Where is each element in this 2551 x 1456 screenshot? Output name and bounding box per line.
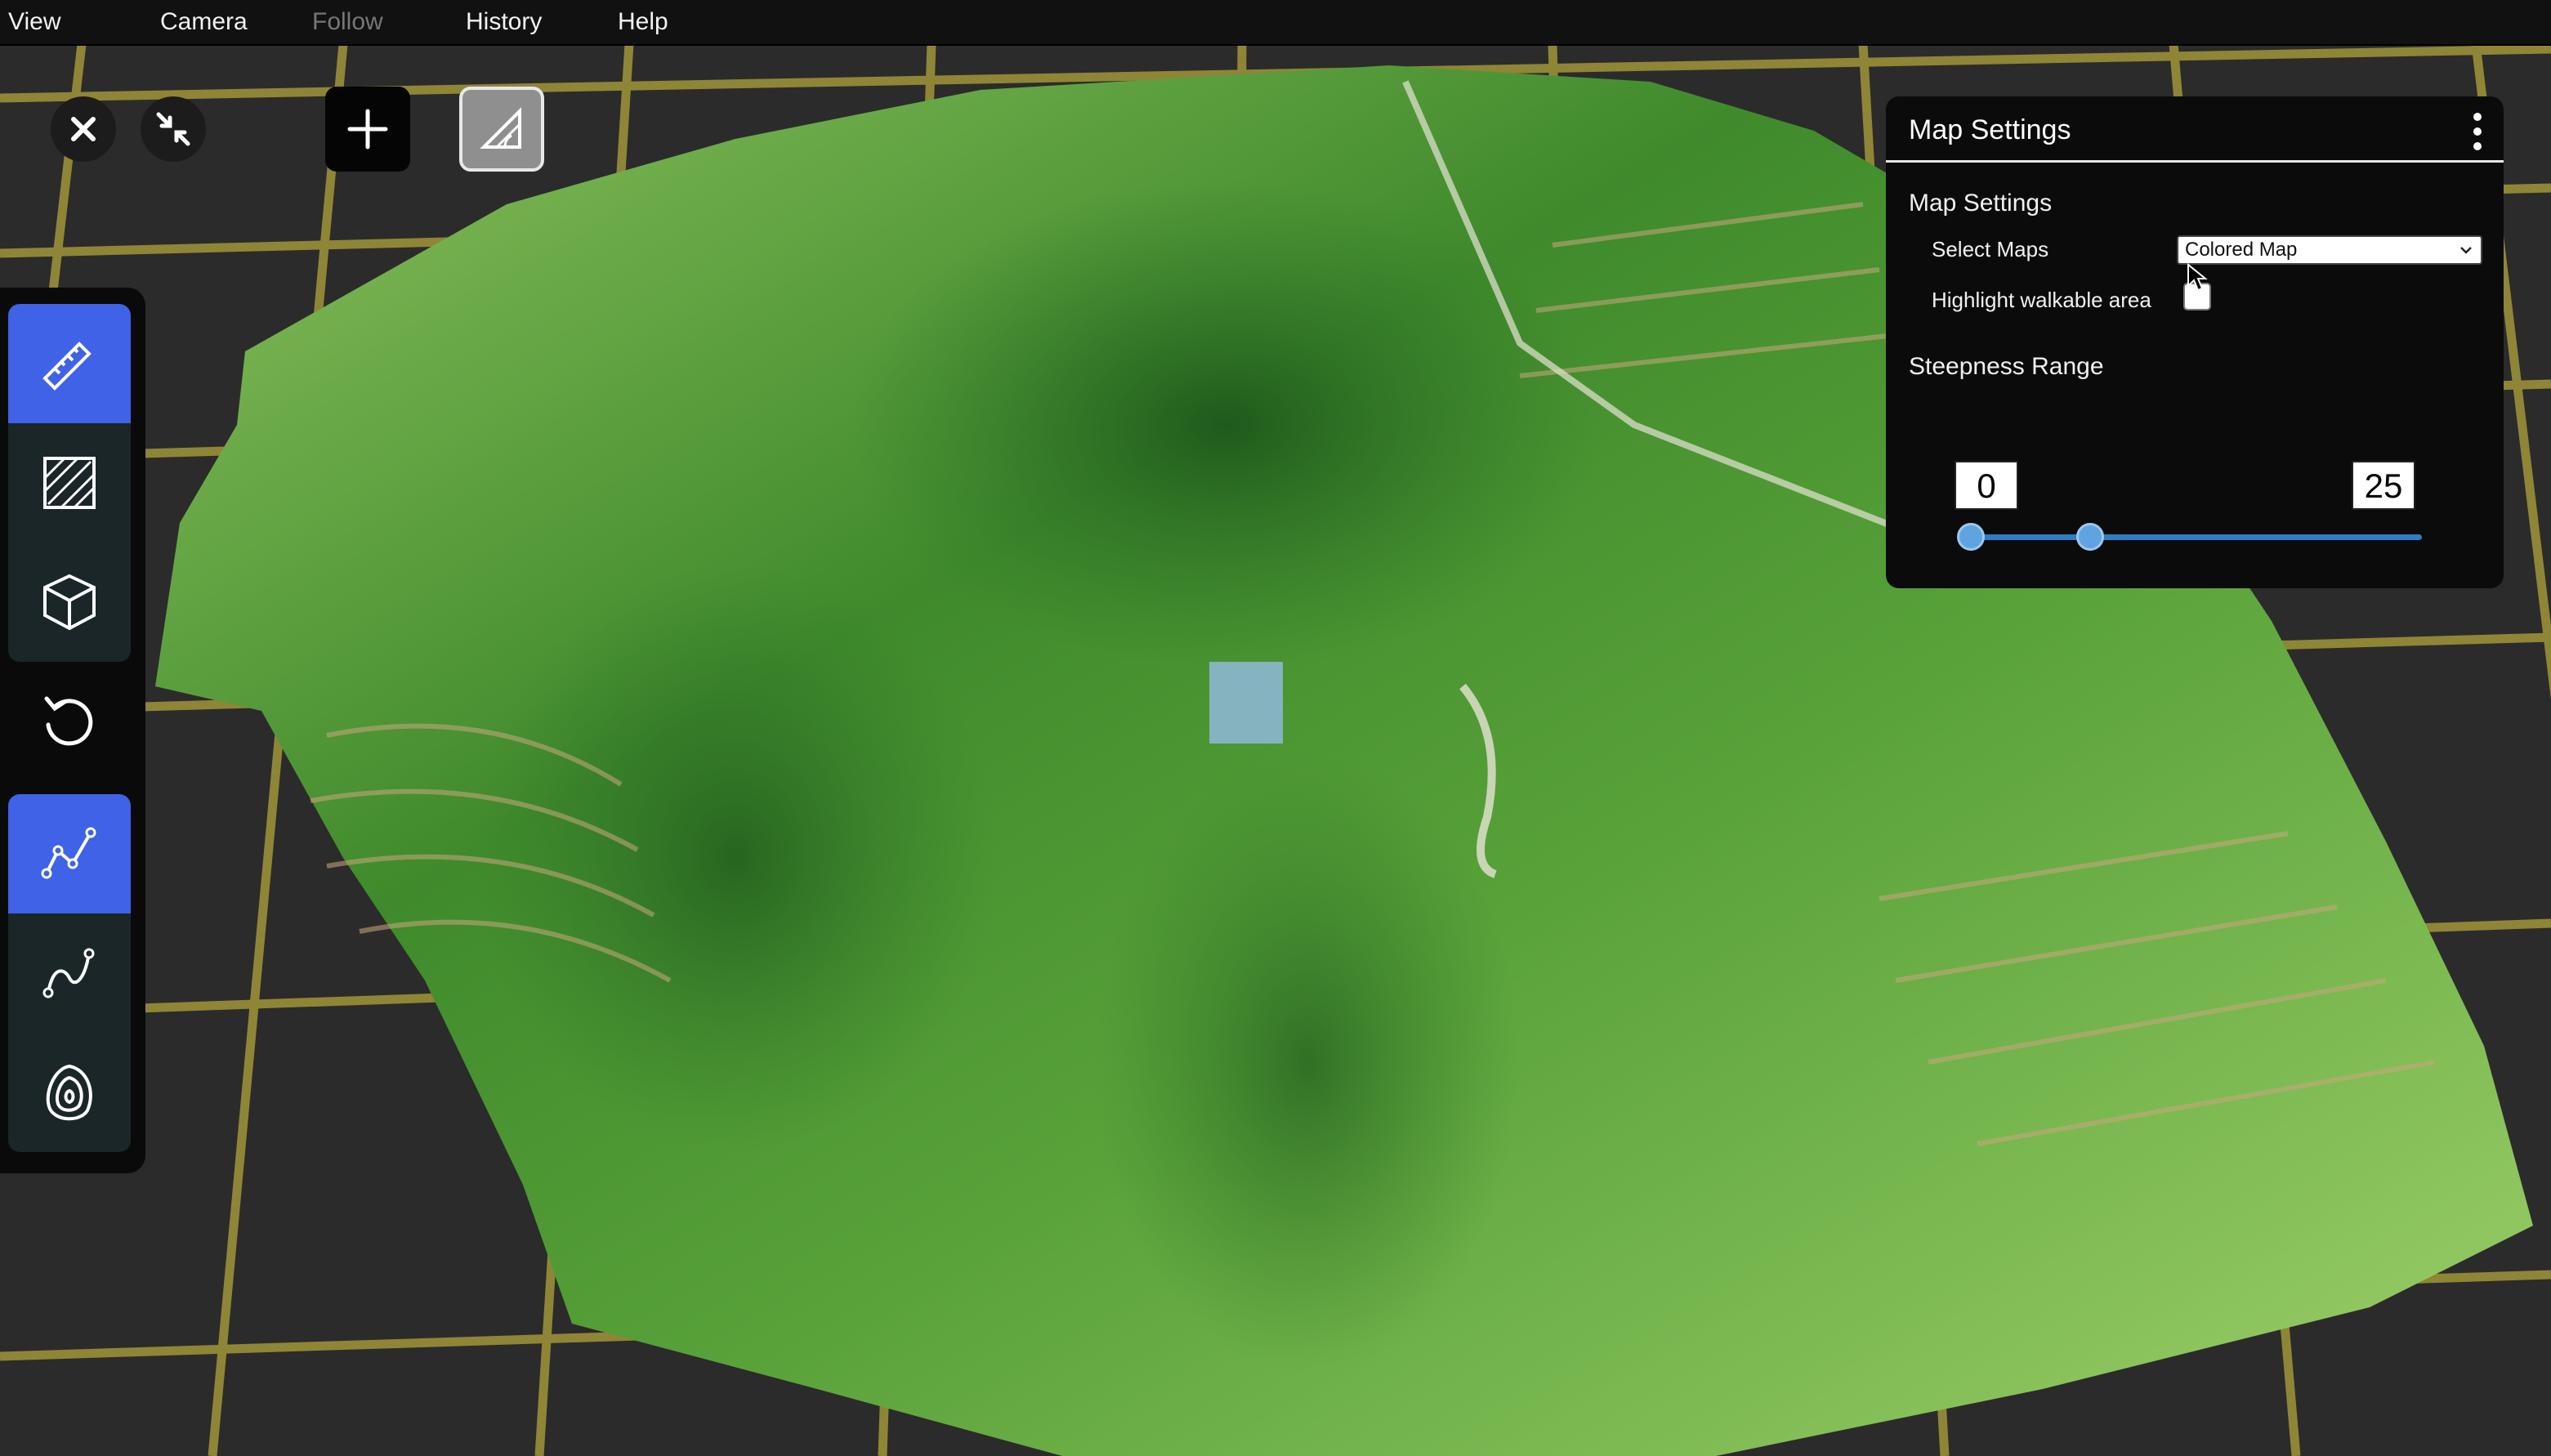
map-settings-heading: Map Settings [1909,190,2053,217]
menu-view[interactable]: View [8,0,60,44]
plus-icon [347,109,388,150]
curve-path-icon [42,948,95,998]
chevron-down-icon [2460,247,2472,254]
tool-measure-area[interactable] [8,423,131,543]
tool-measure-distance[interactable] [8,304,131,423]
steepness-min-thumb[interactable] [1957,523,1985,551]
menu-bar: View Camera Follow History Help [0,0,2551,46]
cube-icon [43,574,96,631]
select-maps-dropdown[interactable]: Colored Map [2177,235,2482,265]
steepness-slider-track[interactable] [1969,534,2422,540]
hatched-area-icon [43,457,96,509]
minimize-icon [156,112,190,146]
select-maps-value: Colored Map [2185,239,2298,261]
mouse-pointer-icon [2187,263,2208,292]
map-settings-panel: Map Settings Map Settings Select Maps Co… [1886,96,2504,588]
add-button[interactable] [325,87,410,172]
tool-curve-path[interactable] [8,913,131,1033]
measure-slope-button[interactable] [459,87,544,172]
more-options-icon[interactable] [2463,106,2492,157]
steepness-max-input[interactable]: 25 [2352,461,2415,510]
close-icon [71,117,96,141]
set-square-measure-icon [480,107,521,149]
polyline-path-icon [41,827,96,879]
tool-reset[interactable] [8,662,131,781]
undo-rotate-icon [44,696,93,746]
steepness-max-thumb[interactable] [2076,523,2104,551]
tool-measure-volume[interactable] [8,543,131,662]
steepness-min-input[interactable]: 0 [1955,461,2018,510]
steepness-range-heading: Steepness Range [1909,353,2104,380]
minimize-button[interactable] [141,96,206,162]
ruler-icon [42,342,92,391]
menu-follow: Follow [312,8,383,35]
menu-history[interactable]: History [466,0,542,44]
panel-divider [1886,160,2504,163]
contour-icon [46,1064,92,1121]
menu-camera[interactable]: Camera [160,0,248,44]
highlight-walkable-label: Highlight walkable area [1932,288,2151,312]
close-button[interactable] [51,96,116,162]
menu-help[interactable]: Help [618,0,668,44]
panel-title: Map Settings [1909,114,2071,145]
select-maps-label: Select Maps [1932,237,2049,261]
tool-polyline-path[interactable] [8,794,131,913]
tool-contour[interactable] [8,1033,131,1152]
tool-sidebar [0,288,145,1173]
